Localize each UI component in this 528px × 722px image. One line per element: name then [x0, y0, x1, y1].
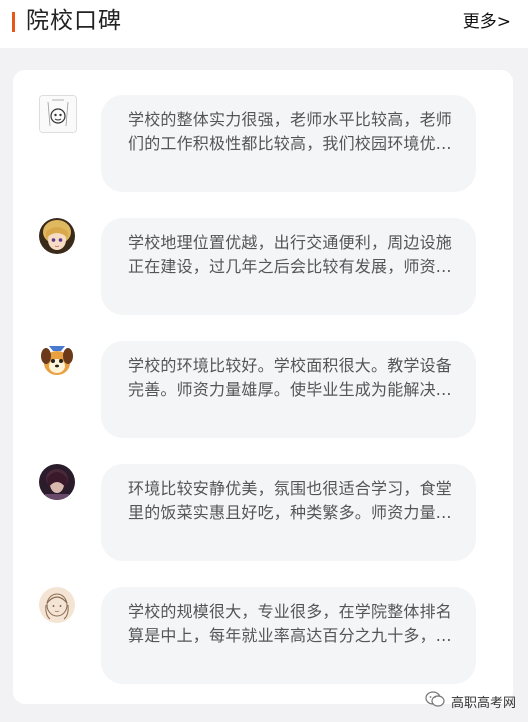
anime-girl-avatar-icon[interactable] [39, 218, 75, 254]
review-item: 学校的整体实力很强，老师水平比较高，老师们的工作积极性都比较高，我们校园环境优.… [13, 95, 513, 195]
review-item: 学校地理位置优越，出行交通便利，周边设施正在建设，过几年之后会比较有发展，师资.… [13, 218, 513, 318]
section-header: 院校口碑 更多> [0, 0, 528, 48]
review-item: 学校的环境比较好。学校面积很大。教学设备完善。师资力量雄厚。使毕业生成为能解决.… [13, 341, 513, 441]
cartoon-dog-avatar-icon[interactable] [39, 341, 75, 377]
review-text[interactable]: 学校的环境比较好。学校面积很大。教学设备完善。师资力量雄厚。使毕业生成为能解决.… [101, 341, 476, 438]
sketch-avatar-icon[interactable] [39, 95, 77, 133]
wechat-icon [425, 690, 445, 712]
sketch-girl-avatar-icon[interactable] [39, 587, 75, 623]
dark-portrait-avatar-icon[interactable] [39, 464, 75, 500]
watermark: 高职高考网 [425, 690, 516, 712]
review-text[interactable]: 学校地理位置优越，出行交通便利，周边设施正在建设，过几年之后会比较有发展，师资.… [101, 218, 476, 315]
review-text[interactable]: 学校的整体实力很强，老师水平比较高，老师们的工作积极性都比较高，我们校园环境优.… [101, 95, 476, 192]
review-text[interactable]: 环境比较安静优美，氛围也很适合学习，食堂里的饭菜实惠且好吃，种类繁多。师资力量.… [101, 464, 476, 561]
more-link[interactable]: 更多> [463, 10, 511, 34]
review-item: 环境比较安静优美，氛围也很适合学习，食堂里的饭菜实惠且好吃，种类繁多。师资力量.… [13, 464, 513, 564]
title-accent-bar [12, 12, 15, 32]
reviews-card: 学校的整体实力很强，老师水平比较高，老师们的工作积极性都比较高，我们校园环境优.… [13, 70, 513, 704]
watermark-label: 高职高考网 [450, 695, 516, 711]
section-title: 院校口碑 [26, 8, 122, 34]
review-text[interactable]: 学校的规模很大，专业很多，在学院整体排名算是中上，每年就业率高达百分之九十多，.… [101, 587, 476, 684]
review-item: 学校的规模很大，专业很多，在学院整体排名算是中上，每年就业率高达百分之九十多，.… [13, 587, 513, 687]
